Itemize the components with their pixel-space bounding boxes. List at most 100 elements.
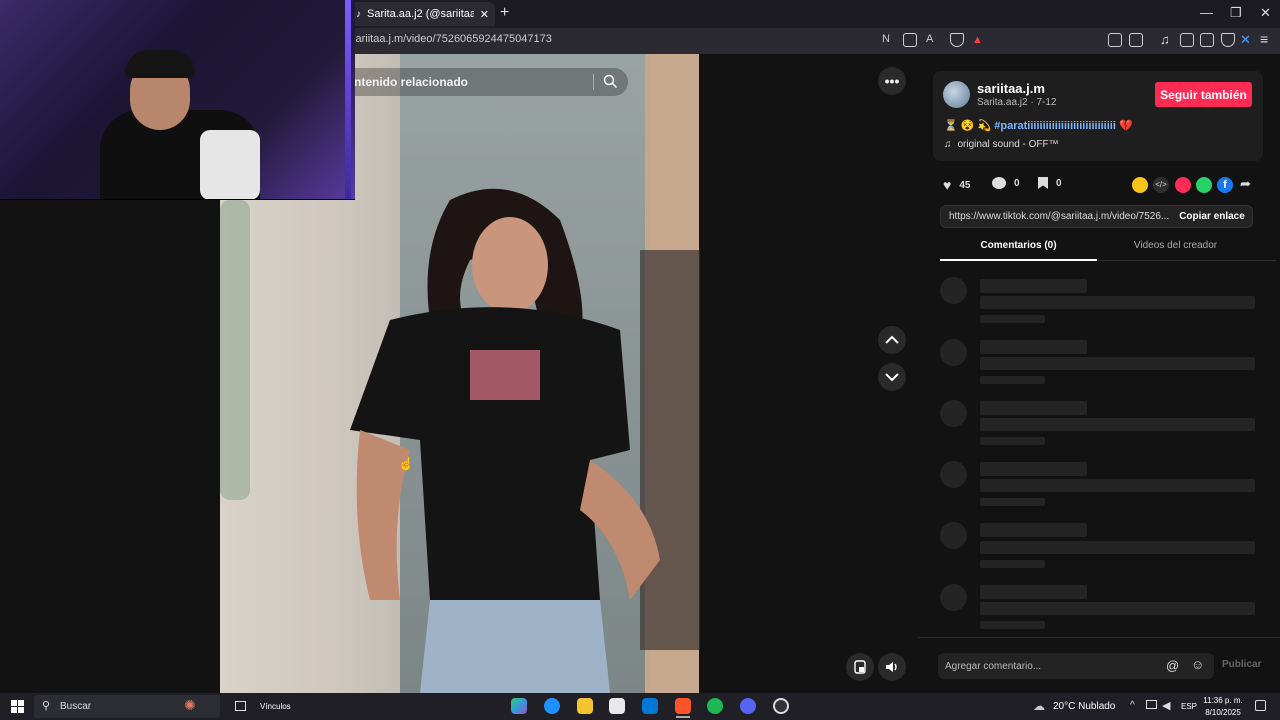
edge-icon[interactable] — [544, 698, 560, 714]
video-person-figure — [350, 188, 660, 693]
music-icon[interactable]: ♫ — [1160, 32, 1170, 47]
windows-start-icon[interactable] — [11, 700, 24, 713]
skeleton-avatar — [940, 461, 967, 488]
shield-icon[interactable] — [950, 33, 964, 47]
cloud-icon: ☁ — [1033, 699, 1045, 713]
weather-widget[interactable]: 20°C Nublado — [1053, 701, 1115, 712]
url-field[interactable]: sariitaa.j.m/video/7526065924475047173 — [350, 33, 552, 45]
spotify-icon[interactable] — [707, 698, 723, 714]
webcam-shirt-sleeve — [200, 130, 260, 199]
extensions-icon[interactable] — [1108, 33, 1122, 47]
wallet-icon[interactable] — [1200, 33, 1214, 47]
translate-icon[interactable]: A — [926, 33, 940, 47]
taskbar-search-icon: ⚲ — [42, 700, 51, 712]
more-options-button[interactable]: ••• — [878, 67, 906, 95]
creator-nickname-date: Sarita.aa.j2 · 7-12 — [977, 97, 1057, 108]
screenshot-icon[interactable] — [1129, 33, 1143, 47]
copilot-icon[interactable] — [511, 698, 527, 714]
sound-link[interactable]: ♫ original sound - OFF™ — [944, 139, 1059, 150]
video-towel-shape — [220, 200, 250, 500]
tab-title: Sarita.aa.j2 (@sariitaa.j.m) | Ti — [367, 8, 474, 20]
clock[interactable]: 11:36 p. m. 8/10/2025 — [1200, 695, 1246, 719]
skeleton-line — [980, 602, 1255, 615]
task-view-icon[interactable] — [235, 701, 246, 711]
creator-username[interactable]: sariitaa.j.m — [977, 81, 1045, 96]
vpn-shield-icon[interactable] — [1221, 33, 1235, 47]
publish-button[interactable]: Publicar — [1222, 659, 1261, 670]
skeleton-line — [980, 357, 1255, 370]
discord-icon[interactable] — [740, 698, 756, 714]
tray-chevron-up-icon[interactable]: ^ — [1130, 700, 1135, 711]
obs-icon[interactable] — [773, 698, 789, 714]
close-tab-icon[interactable]: ✕ — [480, 8, 489, 21]
notifications-icon[interactable] — [1255, 700, 1266, 711]
network-icon[interactable] — [1146, 700, 1157, 709]
language-indicator[interactable]: ESP — [1181, 702, 1197, 711]
restore-icon[interactable]: ❐ — [1230, 5, 1242, 21]
floating-player-button[interactable] — [846, 653, 874, 681]
store-icon[interactable] — [609, 698, 625, 714]
emoji-icon[interactable]: ☺ — [1191, 657, 1204, 672]
video-caption: ⏳ 😵 💫 #paratiiiiiiiiiiiiiiiiiiiiiiiiiiii… — [944, 119, 1133, 132]
chevron-down-icon — [885, 373, 899, 382]
minimize-icon[interactable]: — — [1200, 5, 1213, 20]
sidebar-icon[interactable] — [1180, 33, 1194, 47]
caption-hashtag[interactable]: #paratiiiiiiiiiiiiiiiiiiiiiiiiiiiii — [994, 120, 1116, 132]
search-icon[interactable] — [603, 74, 618, 89]
skeleton-line — [980, 401, 1087, 415]
menu-icon[interactable]: ≡ — [1260, 31, 1268, 47]
related-content-search[interactable]: ntenido relacionado — [340, 68, 628, 96]
like-button[interactable]: ♥ 45 — [943, 177, 970, 193]
previous-video-button[interactable] — [878, 326, 906, 354]
links-toolbar[interactable]: Vínculos — [260, 702, 291, 711]
warning-triangle-icon[interactable]: ▲ — [972, 34, 983, 46]
whatsapp-icon[interactable] — [1196, 177, 1212, 193]
speaker-icon[interactable]: ◀ — [1162, 699, 1170, 712]
comment-input[interactable]: Agregar comentario... @ ☺ — [938, 653, 1214, 679]
browser-tab[interactable]: ♪ Sarita.aa.j2 (@sariitaa.j.m) | Ti ✕ — [350, 2, 495, 26]
bookmark-icon — [1038, 177, 1048, 189]
extension-k-icon[interactable]: ✕ — [1240, 32, 1251, 48]
open-external-icon[interactable] — [903, 33, 917, 47]
webcam-overlay — [0, 0, 355, 200]
repost-icon[interactable] — [1132, 177, 1148, 193]
send-to-friends-icon[interactable] — [1175, 177, 1191, 193]
follow-button[interactable]: Seguir también — [1155, 82, 1252, 107]
comment-button[interactable]: 0 — [992, 177, 1020, 189]
volume-button[interactable] — [878, 653, 906, 681]
mention-icon[interactable]: @ — [1166, 658, 1179, 673]
reader-mode-icon[interactable]: N — [882, 33, 896, 47]
file-explorer-icon[interactable] — [577, 698, 593, 714]
skeleton-line — [980, 560, 1045, 568]
new-tab-button[interactable]: + — [500, 4, 509, 22]
music-note-icon: ♫ — [944, 139, 952, 150]
close-window-icon[interactable]: ✕ — [1260, 5, 1271, 21]
save-button[interactable]: 0 — [1038, 177, 1062, 189]
taskbar-search[interactable]: ⚲ Buscar ✺ — [34, 695, 220, 718]
skeleton-line — [980, 585, 1087, 599]
skeleton-line — [980, 498, 1045, 506]
copy-link-button[interactable]: Copiar enlace — [1172, 205, 1252, 228]
skeleton-line — [980, 479, 1255, 492]
share-arrow-icon[interactable]: ➦ — [1240, 176, 1251, 192]
skeleton-line — [980, 296, 1255, 309]
caption-heart-emoji: 💔 — [1118, 120, 1133, 132]
facebook-icon[interactable]: f — [1217, 177, 1233, 193]
skeleton-line — [980, 437, 1045, 445]
skeleton-line — [980, 462, 1087, 476]
volume-icon — [886, 662, 897, 672]
tab-creator-videos[interactable]: Videos del creador — [1097, 240, 1254, 251]
creator-avatar[interactable] — [943, 81, 970, 108]
clock-time: 11:36 p. m. — [1203, 696, 1243, 705]
embed-code-icon[interactable]: </> — [1153, 177, 1169, 193]
skeleton-avatar — [940, 339, 967, 366]
next-video-button[interactable] — [878, 363, 906, 391]
outlook-icon[interactable] — [642, 698, 658, 714]
heart-icon: ♥ — [943, 177, 952, 193]
skeleton-line — [980, 315, 1045, 323]
tab-comments[interactable]: Comentarios (0) — [940, 240, 1097, 251]
brave-icon[interactable] — [675, 698, 691, 714]
skeleton-line — [980, 523, 1087, 537]
skeleton-avatar — [940, 584, 967, 611]
floating-player-icon — [854, 660, 866, 674]
